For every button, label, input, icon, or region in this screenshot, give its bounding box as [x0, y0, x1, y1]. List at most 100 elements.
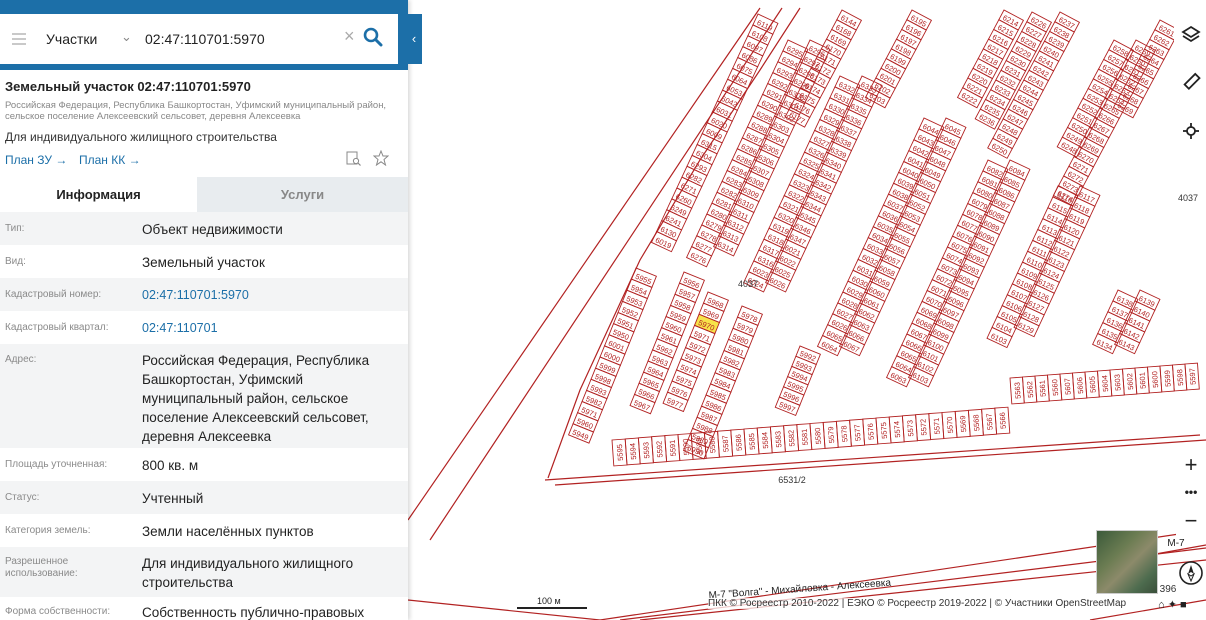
parcel-row[interactable]: 5569 [954, 409, 971, 438]
field-value: Земли населённых пунктов [142, 524, 314, 539]
parcel-label: 5597 [1188, 368, 1198, 385]
parcel-row[interactable]: 5587 [717, 429, 734, 458]
search-icon[interactable] [362, 26, 384, 48]
chevron-down-icon[interactable]: ⌄ [121, 29, 132, 45]
parcel-label: 5590 [681, 438, 691, 455]
parcel-row[interactable]: 5580 [809, 422, 826, 450]
parcel-row[interactable]: 5566 [994, 406, 1011, 435]
plan-zu-link[interactable]: План ЗУ → [5, 153, 67, 167]
field-label: Адрес: [5, 354, 37, 365]
parcel-row[interactable]: 5598 [1172, 363, 1188, 392]
clear-icon[interactable]: × [344, 26, 355, 47]
zoom-out-button[interactable]: − [1176, 508, 1206, 536]
plan-kk-link[interactable]: План КК → [79, 153, 141, 167]
parcel-row[interactable]: 5560 [1047, 373, 1063, 402]
parcel-row[interactable]: 5591 [664, 434, 681, 463]
parcel-label: 5579 [826, 426, 836, 443]
locate-button[interactable] [1174, 114, 1206, 148]
parcel-row[interactable]: 5594 [624, 437, 641, 466]
field-label: Разрешенное использование: [5, 556, 78, 579]
collapse-panel-button[interactable]: ‹ [406, 14, 422, 64]
parcel-row[interactable]: 5567 [981, 407, 998, 436]
cadastral-quarter-link[interactable]: 02:47:110701 [142, 319, 392, 338]
parcel-row[interactable]: 5562 [1022, 375, 1038, 404]
parcel-row[interactable]: 5592 [651, 435, 668, 464]
bottom-toolbar-icons[interactable]: ⌂ ✦ ■ [1158, 598, 1187, 611]
parcel-label: 5566 [998, 412, 1008, 429]
parcel-row[interactable]: 5577 [849, 418, 866, 447]
star-icon[interactable] [373, 150, 389, 166]
quarter-label: 4037 [738, 279, 758, 289]
layers-button[interactable] [1174, 18, 1206, 52]
parcel-row[interactable]: 5575 [875, 416, 892, 445]
parcel-block-a[interactable]: 5955595459535952595159506001600059995998… [567, 267, 657, 444]
parcel-label: 5568 [971, 414, 981, 431]
parcel-label: 5573 [905, 420, 915, 437]
compass-icon[interactable] [1178, 560, 1204, 586]
search-input[interactable]: 02:47:110701:5970 [145, 31, 265, 47]
zoom-in-button[interactable]: + [1176, 452, 1206, 480]
parcel-row[interactable]: 5601 [1134, 366, 1150, 395]
parcel-row[interactable]: 5606 [1072, 371, 1088, 400]
parcel-row[interactable]: 5571 [928, 412, 945, 441]
measure-button[interactable] [1174, 64, 1206, 98]
parcel-label: 5598 [1175, 369, 1185, 386]
parcel-row[interactable]: 5578 [835, 419, 852, 448]
parcel-block-e[interactable]: 599259935994599559965997 [774, 345, 821, 417]
parcel-column[interactable]: 619561966197619861996200620162026203 [864, 9, 933, 109]
object-purpose: Для индивидуального жилищного строительс… [5, 130, 277, 144]
parcel-row[interactable]: 5605 [1084, 370, 1100, 399]
field-value: 800 кв. м [142, 458, 199, 473]
parcel-row[interactable]: 5585 [743, 427, 760, 456]
parcel-label: 5594 [628, 443, 638, 460]
field-row: Статус: Учтенный [0, 481, 408, 514]
parcel-row[interactable]: 5570 [941, 411, 958, 439]
parcel-label: 5574 [892, 421, 902, 438]
parcel-row[interactable]: 5581 [796, 423, 813, 452]
parcel-label: 5581 [800, 428, 810, 445]
parcel-row[interactable]: 5597 [1184, 362, 1200, 391]
tabs: Информация Услуги [0, 177, 408, 212]
parcel-row[interactable]: 5561 [1034, 374, 1050, 403]
parcel-row[interactable]: 5584 [756, 426, 773, 455]
cadastral-number-link[interactable]: 02:47:110701:5970 [142, 286, 392, 305]
parcel-row[interactable]: 5603 [1109, 368, 1125, 397]
parcel-label: 5589 [694, 437, 704, 454]
parcel-label: 396 [1160, 584, 1177, 595]
layer-select[interactable]: Участки [46, 31, 97, 47]
parcel-row[interactable]: 5593 [637, 436, 654, 465]
parcel-row[interactable]: 5563 [1009, 376, 1025, 405]
parcel-row[interactable]: 5607 [1059, 372, 1075, 401]
parcel-row[interactable]: 5574 [888, 415, 905, 444]
field-row: Кадастровый квартал: 02:47:110701 [0, 311, 408, 344]
parcel-row[interactable]: 5595 [611, 438, 628, 467]
tab-services[interactable]: Услуги [197, 177, 408, 212]
document-search-icon[interactable] [346, 151, 361, 166]
field-row: Форма собственности: Собственность публи… [0, 597, 408, 620]
more-icon[interactable]: ••• [1176, 482, 1206, 506]
menu-icon[interactable] [12, 33, 26, 45]
parcel-row[interactable]: 5586 [730, 428, 747, 457]
parcel-column[interactable]: 6116611561146113611261116110610961086107… [986, 185, 1079, 349]
parcel-label: 5580 [813, 427, 823, 444]
field-row: Категория земель: Земли населённых пункт… [0, 514, 408, 547]
basemap-switcher[interactable] [1096, 530, 1158, 594]
parcel-row[interactable]: 5602 [1122, 367, 1138, 396]
parcel-row[interactable]: 5579 [822, 420, 839, 449]
parcel-row[interactable]: 5582 [783, 424, 800, 453]
tab-information[interactable]: Информация [0, 177, 197, 212]
parcel-row[interactable]: 5583 [769, 425, 786, 454]
field-row: Площадь уточненная: 800 кв. м [0, 448, 408, 481]
parcel-label: 5586 [734, 434, 744, 451]
parcel-row[interactable]: 5604 [1097, 369, 1113, 398]
search-bar: Участки ⌄ 02:47:110701:5970 × [0, 0, 408, 70]
parcel-row[interactable]: 5572 [915, 413, 932, 442]
parcel-row[interactable]: 5599 [1159, 364, 1175, 393]
field-label: Статус: [5, 492, 40, 503]
parcel-row[interactable]: 5568 [967, 408, 984, 437]
parcel-row[interactable]: 5576 [862, 417, 879, 446]
parcel-row[interactable]: 5573 [901, 414, 918, 443]
parcel-row[interactable]: 5600 [1147, 365, 1163, 394]
parcel-label: 5593 [641, 442, 651, 459]
parcel-label: 5592 [655, 441, 665, 458]
